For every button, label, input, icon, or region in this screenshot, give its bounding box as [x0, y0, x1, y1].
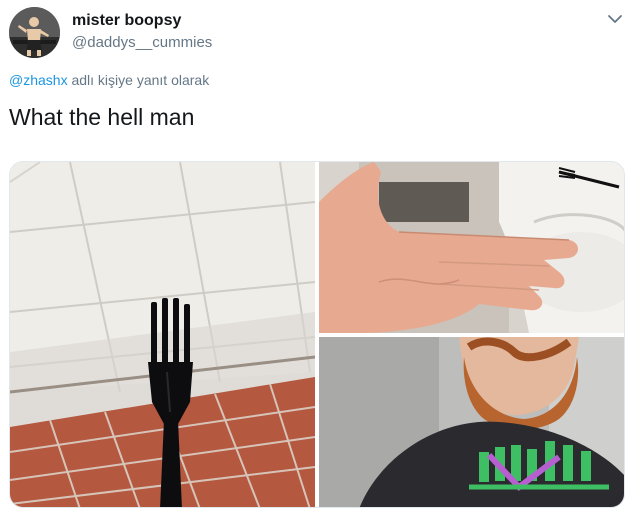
tweet-card: mister boopsy @daddys__cummies @zhashx a… — [0, 0, 635, 520]
chevron-down-icon[interactable] — [606, 12, 624, 26]
hand-photo-icon[interactable] — [319, 162, 624, 333]
media-grid — [9, 161, 625, 508]
fork-photo-icon[interactable] — [10, 162, 315, 507]
user-avatar-icon[interactable] — [9, 7, 60, 58]
tweet-text: What the hell man — [9, 104, 195, 130]
reply-context-text: adlı kişiye yanıt olarak — [71, 72, 210, 88]
selfie-photo-icon[interactable] — [319, 337, 624, 507]
reply-mention-link[interactable]: @zhashx — [9, 72, 68, 88]
reply-context: @zhashx adlı kişiye yanıt olarak — [9, 72, 209, 88]
display-name[interactable]: mister boopsy — [72, 12, 181, 30]
user-handle[interactable]: @daddys__cummies — [72, 34, 212, 51]
